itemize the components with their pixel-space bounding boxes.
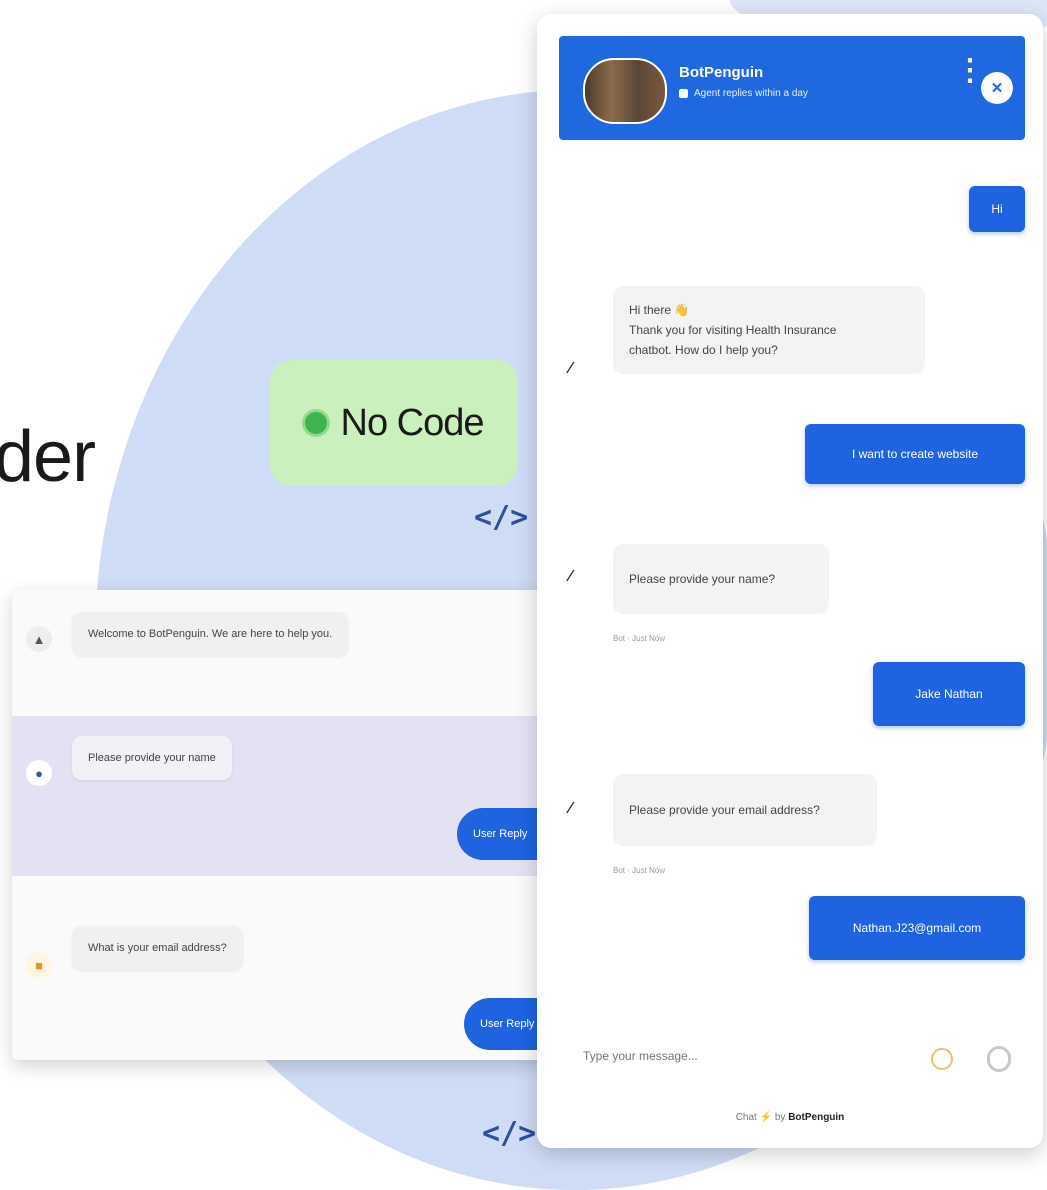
no-code-badge: No Code — [270, 360, 518, 486]
footer-brand[interactable]: BotPenguin — [788, 1112, 844, 1123]
status-text: Agent replies within a day — [694, 88, 808, 99]
chat-title: BotPenguin — [679, 64, 764, 81]
bot-icon: ⁄ — [569, 800, 572, 817]
bot-message-line: Hi there 👋 — [629, 303, 690, 317]
user-message: Nathan.J23@gmail.com — [809, 896, 1025, 960]
bot-message: Please provide your email address? — [613, 774, 877, 846]
powered-by-footer: Chat ⚡ by BotPenguin — [537, 1112, 1043, 1123]
lock-icon: ■ — [26, 952, 52, 978]
chat-flow-panel: ▲ Welcome to BotPenguin. We are here to … — [12, 590, 572, 1060]
bot-message: Hi there 👋 Thank you for visiting Health… — [613, 286, 925, 374]
chat-status: Agent replies within a day — [679, 88, 808, 99]
bot-icon: ⁄ — [569, 568, 572, 585]
bot-message-line: chatbot. How do I help you? — [629, 343, 778, 357]
robot-icon: ▲ — [26, 626, 52, 652]
flow-row: ■ What is your email address? User Reply — [12, 890, 572, 1060]
agent-avatars — [583, 58, 667, 124]
send-icon[interactable] — [987, 1046, 1011, 1072]
code-icon: </> — [474, 500, 529, 535]
message-input[interactable] — [581, 1048, 905, 1064]
user-message: I want to create website — [805, 424, 1025, 484]
footer-prefix: Chat ⚡ by — [735, 1112, 786, 1123]
chat-widget: BotPenguin Agent replies within a day ⋮ … — [537, 14, 1043, 1148]
flow-message: Please provide your name — [72, 736, 232, 780]
status-icon — [679, 89, 688, 98]
flow-message: What is your email address? — [72, 926, 243, 970]
no-code-label: No Code — [340, 401, 485, 444]
hero-heading-fragment: der — [0, 417, 96, 497]
flow-row-selected[interactable]: ● Please provide your name User Reply — [12, 716, 572, 876]
message-timestamp: Bot · Just Now — [613, 866, 666, 875]
close-button[interactable]: ✕ — [981, 72, 1013, 104]
user-message: Jake Nathan — [873, 662, 1025, 726]
bot-message: Please provide your name? — [613, 544, 829, 614]
code-icon-bottom: </> — [482, 1116, 537, 1151]
more-menu-icon[interactable]: ⋮ — [955, 56, 985, 86]
bot-message-line: Thank you for visiting Health Insurance — [629, 323, 837, 337]
flow-row: ▲ Welcome to BotPenguin. We are here to … — [12, 590, 572, 710]
user-message: Hi — [969, 186, 1025, 232]
message-timestamp: Bot · Just Now — [613, 634, 666, 643]
user-icon: ● — [26, 760, 52, 786]
emoji-icon[interactable] — [931, 1048, 953, 1070]
message-composer — [537, 1024, 1043, 1084]
chat-header: BotPenguin Agent replies within a day ⋮ … — [559, 36, 1025, 140]
flow-message: Welcome to BotPenguin. We are here to he… — [72, 612, 349, 656]
check-dot-icon — [304, 412, 327, 434]
bot-icon: ⁄ — [569, 360, 572, 377]
